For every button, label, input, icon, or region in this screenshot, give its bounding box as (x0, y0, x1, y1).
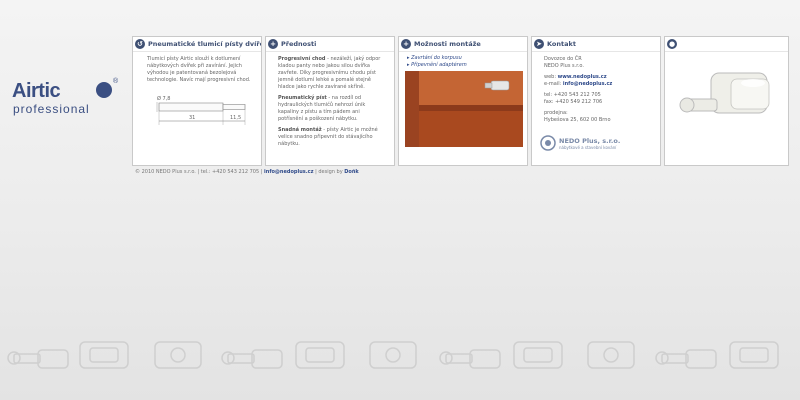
arrow-circle-icon: ↺ (135, 39, 145, 49)
panel-advantages: + Přednosti Progresivní chod - nezáleží,… (265, 36, 395, 166)
panel-title: Možnosti montáže (414, 40, 481, 48)
mounting-links: ▸ Zavrtání do korpusu ▸ Připevnění adapt… (399, 52, 527, 69)
advantage-item: Progresivní chod - nezáleží, jaký odpor … (278, 56, 386, 91)
panel-header: ↺ Pneumatické tlumicí písty dvířek (133, 37, 261, 52)
advantage-head: Pneumatický píst (278, 95, 327, 101)
piston-silhouette (295, 341, 345, 369)
footer: © 2010 NEDO Plus s.r.o. | tel.: +420 543… (135, 169, 359, 175)
panel-title: Kontakt (547, 40, 576, 48)
fax-row: fax: +420 549 212 706 (544, 99, 603, 105)
piston-silhouette (513, 341, 563, 369)
globe-icon: ● (667, 39, 677, 49)
decorative-piston-strip (7, 341, 779, 369)
panel-header: + Přednosti (266, 37, 394, 52)
shop-address: Hybešova 25, 602 00 Brno (544, 117, 611, 123)
plus-circle-icon: + (268, 39, 278, 49)
company-line: NEDO Plus s.r.o. (544, 63, 584, 69)
mounting-link-adapter[interactable]: ▸ Připevnění adaptérem (407, 62, 519, 69)
advantage-head: Progresivní chod (278, 56, 326, 62)
advantage-item: Snadná montáž - písty Airtic je možné ve… (278, 127, 386, 148)
mounting-link-drill[interactable]: ▸ Zavrtání do korpusu (407, 55, 519, 62)
panel-mounting: + Možnosti montáže ▸ Zavrtání do korpusu… (398, 36, 528, 166)
logo-registered: ® (113, 78, 119, 85)
nedo-logo-icon (540, 135, 556, 151)
panel-header: ● (665, 37, 788, 52)
panel-body: Tlumicí písty Airtic slouží k dotlumení … (133, 52, 261, 84)
dim-tip: 11,5 (230, 115, 241, 121)
panel-header: ➤ Kontakt (532, 37, 660, 52)
piston-silhouette (79, 341, 129, 369)
panel-description: ↺ Pneumatické tlumicí písty dvířek Tlumi… (132, 36, 262, 166)
logo-ball-icon (96, 82, 112, 98)
importer-line: Dovozce do ČR (544, 56, 582, 62)
web-link[interactable]: www.nedoplus.cz (558, 74, 607, 80)
send-arrow-icon: ➤ (534, 39, 544, 49)
plus-circle-icon: + (401, 39, 411, 49)
web-row: web: www.nedoplus.cz (544, 74, 607, 80)
piston-silhouette (369, 341, 417, 369)
dim-diameter: Ø 7,8 (157, 95, 170, 102)
piston-product-image (679, 72, 770, 114)
airtic-logo[interactable]: Airtic ® professional (12, 78, 127, 118)
logo-sub: professional (13, 102, 90, 116)
nedo-logo-name: NEDO Plus, s.r.o. (559, 136, 621, 145)
panel-product-image: ● (664, 36, 789, 166)
piston-silhouette (221, 349, 283, 369)
panel-title: Přednosti (281, 40, 317, 48)
piston-silhouette (154, 341, 202, 369)
shop-label: prodejna: (544, 110, 568, 116)
footer-copy: © 2010 NEDO Plus s.r.o. | tel.: +420 543… (135, 169, 265, 175)
piston-silhouette (587, 341, 635, 369)
footer-designer-link[interactable]: Doñk (344, 169, 358, 175)
nedo-logo-sub: nábytkové a stavební kování (559, 144, 617, 150)
panel-body: Dovozce do ČR NEDO Plus s.r.o. web: www.… (532, 52, 660, 124)
piston-silhouette (729, 341, 779, 369)
dim-length: 31 (189, 115, 195, 121)
footer-email-link[interactable]: info@nedoplus.cz (264, 169, 313, 175)
piston-dimension-drawing: Ø 7,8 31 11,5 (156, 95, 246, 125)
logo-brand: Airtic (12, 80, 61, 102)
advantage-item: Pneumatický píst - na rozdíl od hydrauli… (278, 95, 386, 123)
piston-silhouette (439, 349, 501, 369)
tel-row: tel: +420 543 212 705 (544, 92, 601, 98)
footer-mid: | design by (313, 169, 345, 175)
piston-silhouette (655, 349, 717, 369)
advantage-head: Snadná montáž (278, 127, 322, 133)
email-row: e-mail: info@nedoplus.cz (544, 81, 613, 87)
panel-contact: ➤ Kontakt Dovozce do ČR NEDO Plus s.r.o.… (531, 36, 661, 166)
panel-body: Progresivní chod - nezáleží, jaký odpor … (266, 52, 394, 148)
piston-silhouette (7, 349, 69, 369)
cabinet-photo (405, 71, 523, 147)
email-link[interactable]: info@nedoplus.cz (563, 81, 612, 87)
description-text: Tlumicí písty Airtic slouží k dotlumení … (147, 56, 251, 83)
nedo-logo[interactable]: NEDO Plus, s.r.o. nábytkové a stavební k… (540, 135, 620, 151)
panel-title: Pneumatické tlumicí písty dvířek (148, 40, 262, 48)
panel-header: + Možnosti montáže (399, 37, 527, 52)
